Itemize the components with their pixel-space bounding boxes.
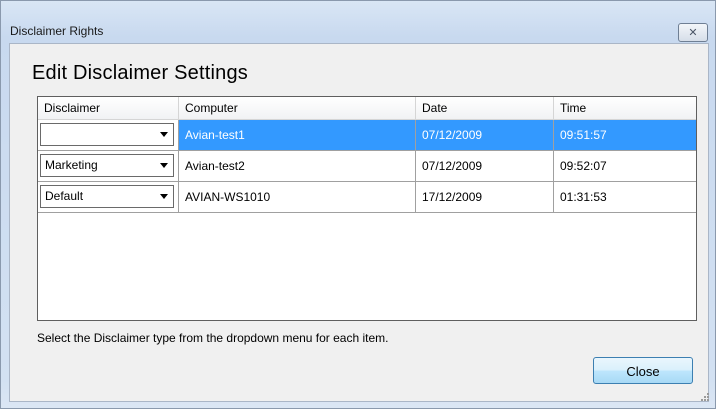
disclaimer-dropdown[interactable]: Marketing [40, 154, 174, 177]
computer-cell[interactable]: Avian-test1 [179, 120, 416, 150]
computer-cell[interactable]: AVIAN-WS1010 [179, 182, 416, 212]
resize-grip-icon[interactable] [700, 392, 710, 402]
column-header-disclaimer[interactable]: Disclaimer [38, 97, 179, 119]
instruction-text: Select the Disclaimer type from the drop… [37, 331, 389, 345]
disclaimer-dropdown[interactable]: Default [40, 185, 174, 208]
grid-header: Disclaimer Computer Date Time [38, 97, 696, 120]
table-row[interactable]: Default AVIAN-WS1010 17/12/2009 01:31:53 [38, 182, 696, 213]
disclaimer-cell: Default [38, 182, 179, 212]
table-row[interactable]: Marketing Avian-test2 07/12/2009 09:52:0… [38, 151, 696, 182]
disclaimer-dropdown-value: Marketing [45, 158, 98, 172]
disclaimer-dropdown-value: Default [45, 189, 84, 203]
disclaimer-dropdown[interactable]: Default [40, 123, 174, 146]
disclaimer-dropdown-value: Default [45, 127, 84, 141]
date-cell[interactable]: 07/12/2009 [416, 151, 554, 181]
page-title: Edit Disclaimer Settings [32, 62, 248, 84]
column-header-date[interactable]: Date [416, 97, 554, 119]
time-cell[interactable]: 01:31:53 [554, 182, 696, 212]
column-header-time[interactable]: Time [554, 97, 696, 119]
window-title: Disclaimer Rights [10, 24, 104, 38]
computer-cell[interactable]: Avian-test2 [179, 151, 416, 181]
date-cell[interactable]: 07/12/2009 [416, 120, 554, 150]
date-cell[interactable]: 17/12/2009 [416, 182, 554, 212]
close-button[interactable]: Close [593, 357, 693, 384]
disclaimer-grid: Disclaimer Computer Date Time Default Av… [37, 96, 697, 321]
chevron-down-icon[interactable] [160, 132, 168, 137]
chevron-down-icon[interactable] [160, 163, 168, 168]
table-row[interactable]: Default Avian-test1 07/12/2009 09:51:57 [38, 120, 696, 151]
time-cell[interactable]: 09:52:07 [554, 151, 696, 181]
disclaimer-cell: Default [38, 120, 179, 150]
close-icon: ✕ [688, 26, 698, 39]
chevron-down-icon[interactable] [160, 194, 168, 199]
disclaimer-cell: Marketing [38, 151, 179, 181]
resize-grip-icon [701, 393, 709, 401]
window-close-button[interactable]: ✕ [678, 23, 708, 42]
column-header-computer[interactable]: Computer [179, 97, 416, 119]
title-bar[interactable]: Disclaimer Rights ✕ [1, 1, 715, 42]
time-cell[interactable]: 09:51:57 [554, 120, 696, 150]
